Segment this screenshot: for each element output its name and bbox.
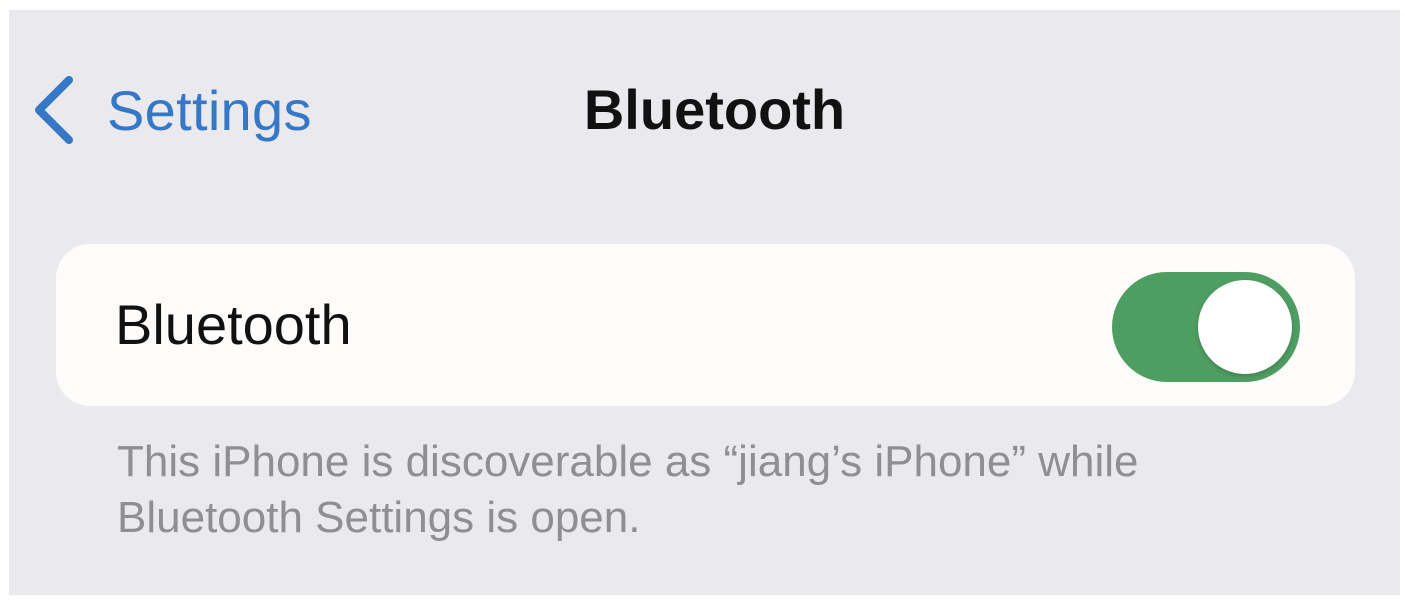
bluetooth-toggle[interactable] — [1112, 272, 1300, 382]
toggle-knob — [1198, 280, 1292, 374]
footer-note-line-1: This iPhone is discoverable as “jiang’s … — [117, 437, 1139, 486]
footer-note-line-2: Bluetooth Settings is open. — [117, 493, 641, 542]
back-button[interactable]: Settings — [31, 68, 312, 152]
chevron-left-icon — [35, 76, 73, 144]
bluetooth-settings-group: Bluetooth — [56, 244, 1355, 406]
bluetooth-settings-screen: Settings Bluetooth Bluetooth This iPhone… — [9, 10, 1400, 595]
bluetooth-row-label: Bluetooth — [115, 293, 352, 356]
discoverable-footer-note: This iPhone is discoverable as “jiang’s … — [117, 434, 1317, 546]
back-button-label: Settings — [107, 78, 312, 142]
